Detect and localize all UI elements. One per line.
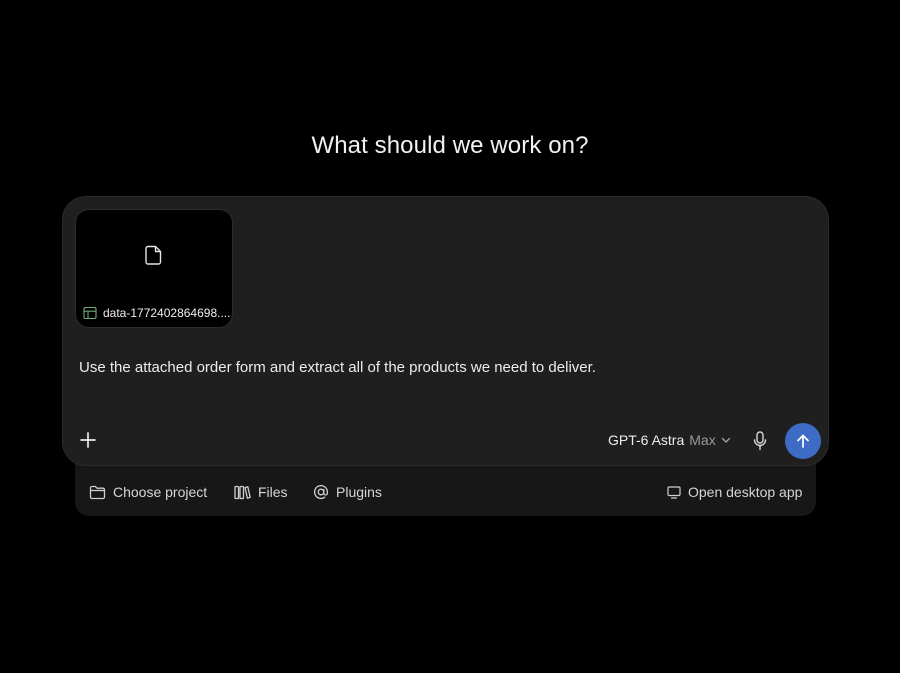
chevron-down-icon	[721, 437, 730, 443]
model-tier: Max	[689, 432, 716, 448]
model-selector[interactable]: GPT-6 Astra Max	[608, 432, 731, 448]
composer: data-1772402864698.... Use the attached …	[62, 196, 829, 466]
prompt-input[interactable]: Use the attached order form and extract …	[79, 359, 596, 376]
plugins-button[interactable]: Plugins	[313, 484, 382, 500]
microphone-icon	[753, 431, 767, 451]
microphone-button[interactable]	[751, 430, 769, 452]
add-button[interactable]	[77, 429, 99, 451]
attachment-card[interactable]: data-1772402864698....	[75, 209, 233, 328]
arrow-up-icon	[797, 434, 809, 448]
document-icon	[145, 245, 162, 265]
model-name: GPT-6 Astra	[608, 432, 685, 448]
plugins-label: Plugins	[336, 484, 382, 500]
choose-project-label: Choose project	[113, 484, 208, 500]
send-button[interactable]	[785, 423, 821, 459]
folder-icon	[89, 485, 106, 499]
library-icon	[234, 485, 251, 499]
attachment-file-name: data-1772402864698....	[103, 306, 231, 320]
at-sign-icon	[313, 485, 329, 500]
attachment-file-row: data-1772402864698....	[83, 306, 230, 320]
files-button[interactable]: Files	[234, 484, 288, 500]
choose-project-button[interactable]: Choose project	[89, 484, 207, 500]
page-heading: What should we work on?	[311, 132, 589, 159]
page: What should we work on? data-17724028646…	[0, 0, 900, 673]
open-desktop-app-label: Open desktop app	[688, 484, 803, 500]
plus-icon	[80, 432, 96, 448]
files-label: Files	[258, 484, 288, 500]
monitor-icon	[667, 485, 681, 499]
spreadsheet-icon	[83, 306, 97, 320]
open-desktop-app-button[interactable]: Open desktop app	[667, 484, 802, 500]
